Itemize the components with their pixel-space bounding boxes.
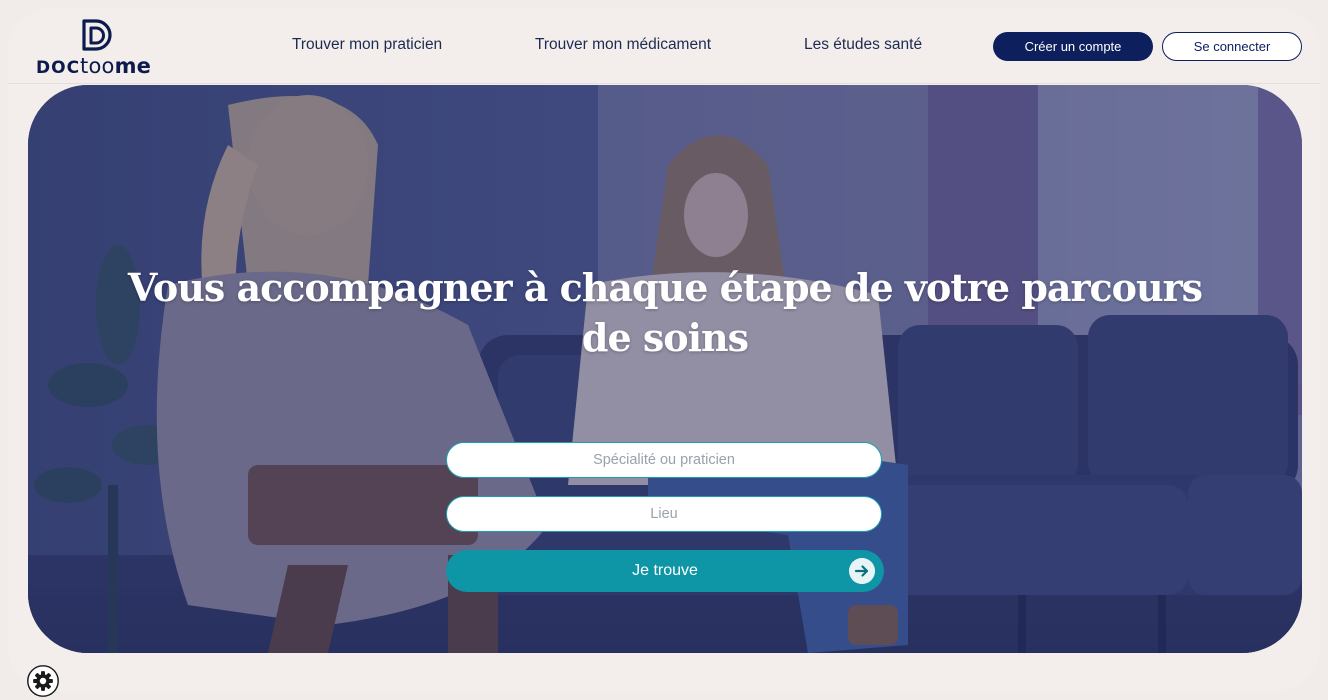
specialite-search-input[interactable]	[446, 442, 882, 478]
doctoome-logo-icon	[82, 19, 112, 51]
search-submit-label: Je trouve	[632, 562, 698, 579]
header-divider	[8, 83, 1320, 84]
nav-etudes-sante[interactable]: Les études santé	[804, 36, 922, 54]
brand-wordmark: DOCtoome	[36, 54, 152, 78]
arrow-right-icon	[849, 558, 875, 584]
gear-icon[interactable]	[24, 664, 62, 698]
login-button[interactable]: Se connecter	[1162, 32, 1302, 61]
create-account-button[interactable]: Créer un compte	[993, 32, 1153, 61]
nav-trouver-praticien[interactable]: Trouver mon praticien	[292, 36, 442, 54]
brand-logo[interactable]: DOCtoome	[36, 18, 156, 78]
page-frame: DOCtoome Trouver mon praticien Trouver m…	[8, 8, 1320, 692]
site-header: DOCtoome Trouver mon praticien Trouver m…	[8, 8, 1320, 84]
hero-section: Vous accompagner à chaque étape de votre…	[28, 85, 1302, 653]
search-submit-button[interactable]: Je trouve	[446, 550, 884, 592]
hero-title: Vous accompagner à chaque étape de votre…	[127, 265, 1203, 360]
nav-trouver-medicament[interactable]: Trouver mon médicament	[535, 36, 711, 54]
lieu-search-input[interactable]	[446, 496, 882, 532]
